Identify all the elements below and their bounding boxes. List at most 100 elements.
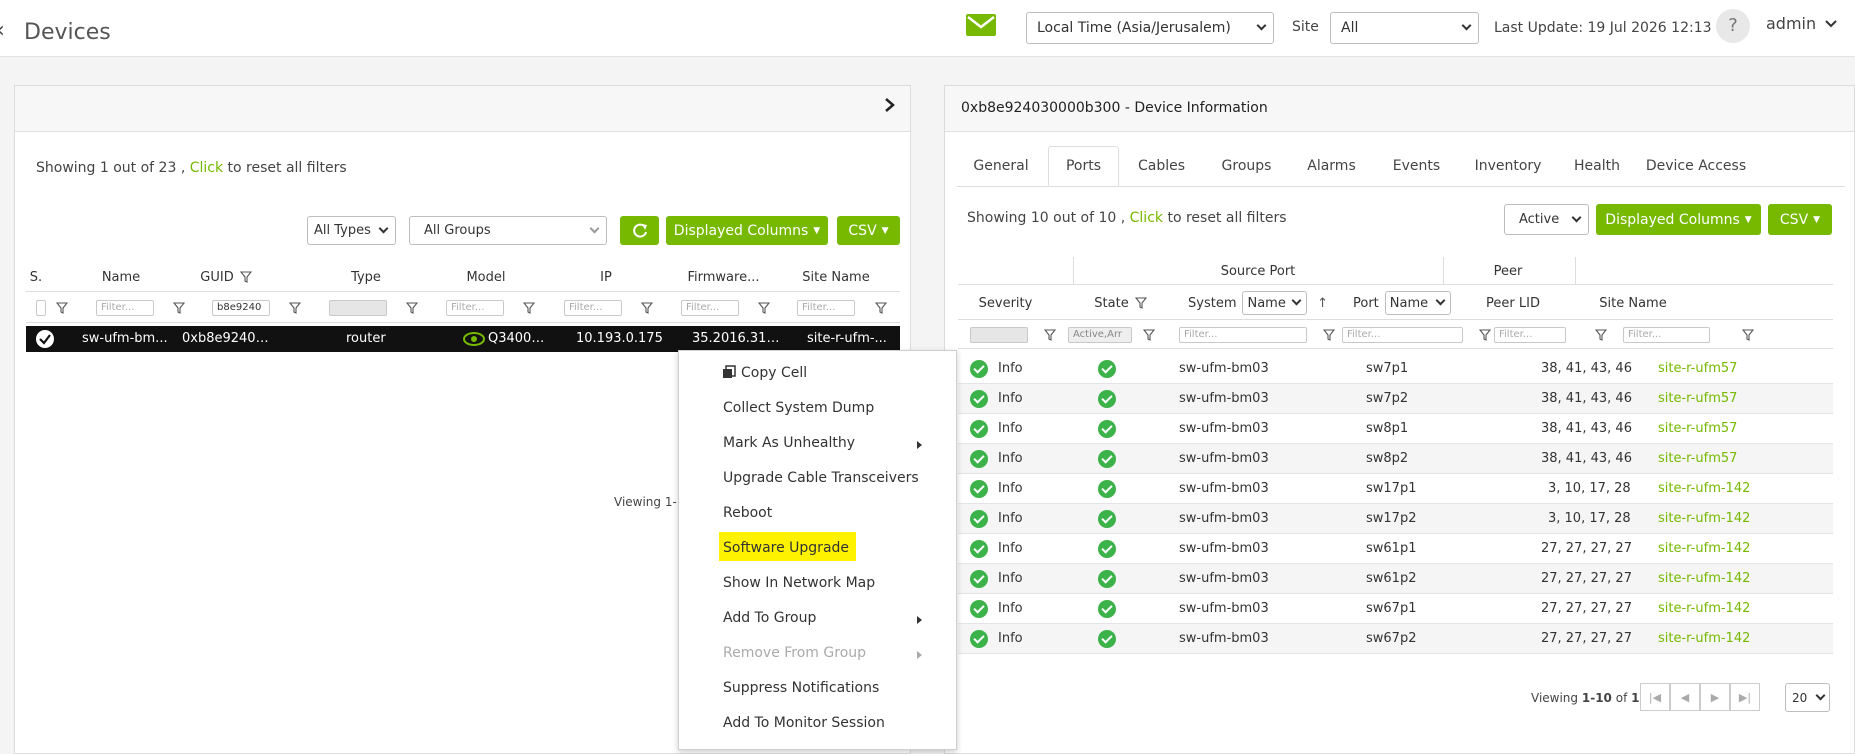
system-filter[interactable]: Filter... — [1179, 327, 1307, 343]
back-icon[interactable]: ‹ — [0, 18, 5, 43]
filter-icon[interactable] — [288, 302, 302, 318]
col-severity[interactable]: Severity — [958, 286, 1053, 320]
displayed-columns-button[interactable]: Displayed Columns ▼ — [666, 216, 828, 245]
table-row[interactable]: Info sw-ufm-bm03 sw7p1 38, 41, 43, 46 si… — [958, 354, 1833, 384]
site-filter[interactable]: Filter... — [1623, 327, 1710, 343]
guid-filter[interactable]: b8e9240 — [212, 300, 270, 316]
tab-cables[interactable]: Cables — [1119, 146, 1204, 186]
menu-item-suppress-notifications[interactable]: Suppress Notifications — [723, 680, 879, 696]
port-filter[interactable]: Filter... — [1342, 327, 1463, 343]
tab-groups[interactable]: Groups — [1204, 146, 1289, 186]
col-peer-lid[interactable]: Peer LID — [1458, 286, 1568, 320]
filter-icon[interactable] — [405, 302, 419, 318]
col-system[interactable]: System Name ↑ — [1188, 286, 1328, 320]
filter-icon[interactable] — [1043, 329, 1057, 345]
filter-icon[interactable] — [55, 302, 69, 318]
col-model[interactable]: Model — [446, 262, 526, 292]
menu-item-add-to-group[interactable]: Add To Group — [723, 610, 816, 626]
table-row[interactable]: Info sw-ufm-bm03 sw61p1 27, 27, 27, 27 s… — [958, 534, 1833, 564]
refresh-button[interactable] — [620, 216, 659, 245]
firmware-filter[interactable]: Filter... — [681, 300, 739, 316]
system-name-select[interactable]: Name — [1242, 291, 1308, 315]
table-row[interactable]: Info sw-ufm-bm03 sw8p1 38, 41, 43, 46 si… — [958, 414, 1833, 444]
filter-icon[interactable] — [1741, 329, 1755, 345]
menu-item-mark-as-unhealthy[interactable]: Mark As Unhealthy — [723, 435, 855, 451]
tab-device-access[interactable]: Device Access — [1637, 146, 1755, 186]
csv-button[interactable]: CSV ▼ — [837, 216, 900, 245]
status-filter[interactable] — [36, 300, 46, 316]
col-ip[interactable]: IP — [566, 262, 646, 292]
table-row[interactable]: Info sw-ufm-bm03 sw8p2 38, 41, 43, 46 si… — [958, 444, 1833, 474]
table-row[interactable]: Info sw-ufm-bm03 sw67p1 27, 27, 27, 27 s… — [958, 594, 1833, 624]
help-button[interactable]: ? — [1716, 9, 1750, 43]
filter-icon[interactable] — [1142, 329, 1156, 345]
table-row[interactable]: Info sw-ufm-bm03 sw61p2 27, 27, 27, 27 s… — [958, 564, 1833, 594]
last-page-button[interactable]: ▶| — [1730, 683, 1760, 711]
table-row[interactable]: Info sw-ufm-bm03 sw67p2 27, 27, 27, 27 s… — [958, 624, 1833, 654]
row-site-link[interactable]: site-r-ufm-142 — [1658, 601, 1788, 616]
menu-item-add-to-monitor-session[interactable]: Add To Monitor Session — [723, 715, 885, 731]
expand-icon[interactable] — [884, 94, 896, 118]
severity-filter[interactable] — [970, 327, 1028, 343]
menu-item-software-upgrade[interactable]: Software Upgrade — [723, 540, 849, 556]
table-row[interactable]: Info sw-ufm-bm03 sw17p2 3, 10, 17, 28 si… — [958, 504, 1833, 534]
timezone-select[interactable]: Local Time (Asia/Jerusalem) — [1026, 12, 1274, 44]
filter-icon[interactable] — [1322, 329, 1336, 345]
menu-item-collect-system-dump[interactable]: Collect System Dump — [723, 400, 874, 416]
mail-icon[interactable] — [966, 14, 996, 36]
site-filter[interactable]: Filter... — [797, 300, 855, 316]
col-status[interactable]: S. — [26, 262, 46, 292]
site-select[interactable]: All — [1330, 12, 1479, 44]
prev-page-button[interactable]: ◀ — [1670, 683, 1700, 711]
csv-button[interactable]: CSV ▼ — [1768, 204, 1832, 235]
page-size-select[interactable]: 20 — [1785, 683, 1830, 712]
filter-icon[interactable] — [640, 302, 654, 318]
row-site-link[interactable]: site-r-ufm-142 — [1658, 631, 1788, 646]
col-guid[interactable]: GUID — [181, 262, 271, 292]
tab-events[interactable]: Events — [1374, 146, 1459, 186]
tab-alarms[interactable]: Alarms — [1289, 146, 1374, 186]
ip-filter[interactable]: Filter... — [564, 300, 622, 316]
port-name-select[interactable]: Name — [1384, 291, 1451, 315]
filter-icon[interactable] — [1594, 329, 1608, 345]
row-site-link[interactable]: site-r-ufm57 — [1658, 391, 1788, 406]
reset-filters-link[interactable]: Click — [190, 160, 223, 176]
filter-icon[interactable] — [757, 302, 771, 318]
col-site-name[interactable]: Site Name — [1578, 286, 1688, 320]
col-name[interactable]: Name — [76, 262, 166, 292]
tab-general[interactable]: General — [957, 146, 1045, 186]
displayed-columns-button[interactable]: Displayed Columns ▼ — [1596, 204, 1761, 235]
row-site-link[interactable]: site-r-ufm-142 — [1658, 511, 1788, 526]
tab-inventory[interactable]: Inventory — [1459, 146, 1557, 186]
tab-health[interactable]: Health — [1557, 146, 1637, 186]
state-filter[interactable]: Active,Arr — [1068, 327, 1132, 343]
menu-item-upgrade-cable-transceivers[interactable]: Upgrade Cable Transceivers — [723, 470, 919, 486]
row-site-link[interactable]: site-r-ufm-142 — [1658, 541, 1788, 556]
col-site-name[interactable]: Site Name — [786, 262, 886, 292]
row-site-link[interactable]: site-r-ufm57 — [1658, 421, 1788, 436]
group-filter-select[interactable]: All Groups — [409, 216, 607, 245]
menu-item-show-in-network-map[interactable]: Show In Network Map — [723, 575, 875, 591]
menu-item-copy-cell[interactable]: Copy Cell — [741, 365, 807, 381]
filter-icon[interactable] — [172, 302, 186, 318]
peer-lid-filter[interactable]: Filter... — [1494, 327, 1566, 343]
type-filter-select[interactable]: All Types — [307, 216, 396, 245]
menu-item-reboot[interactable]: Reboot — [723, 505, 772, 521]
model-filter[interactable]: Filter... — [446, 300, 504, 316]
col-state[interactable]: State — [1073, 286, 1168, 320]
user-menu[interactable]: admin — [1766, 14, 1837, 33]
row-site-link[interactable]: site-r-ufm57 — [1658, 361, 1788, 376]
sort-asc-icon[interactable]: ↑ — [1317, 296, 1328, 311]
filter-icon[interactable] — [522, 302, 536, 318]
name-filter[interactable]: Filter... — [96, 300, 154, 316]
table-row[interactable]: sw-ufm-bm... 0xb8e92403... router Q3400_… — [26, 326, 900, 352]
type-filter[interactable] — [329, 300, 387, 316]
filter-icon[interactable] — [874, 302, 888, 318]
reset-filters-link[interactable]: Click — [1130, 210, 1163, 226]
first-page-button[interactable]: |◀ — [1640, 683, 1670, 711]
table-row[interactable]: Info sw-ufm-bm03 sw17p1 3, 10, 17, 28 si… — [958, 474, 1833, 504]
row-site-link[interactable]: site-r-ufm57 — [1658, 451, 1788, 466]
col-port[interactable]: Port Name — [1353, 286, 1473, 320]
filter-icon[interactable] — [1478, 329, 1492, 345]
col-type[interactable]: Type — [326, 262, 406, 292]
